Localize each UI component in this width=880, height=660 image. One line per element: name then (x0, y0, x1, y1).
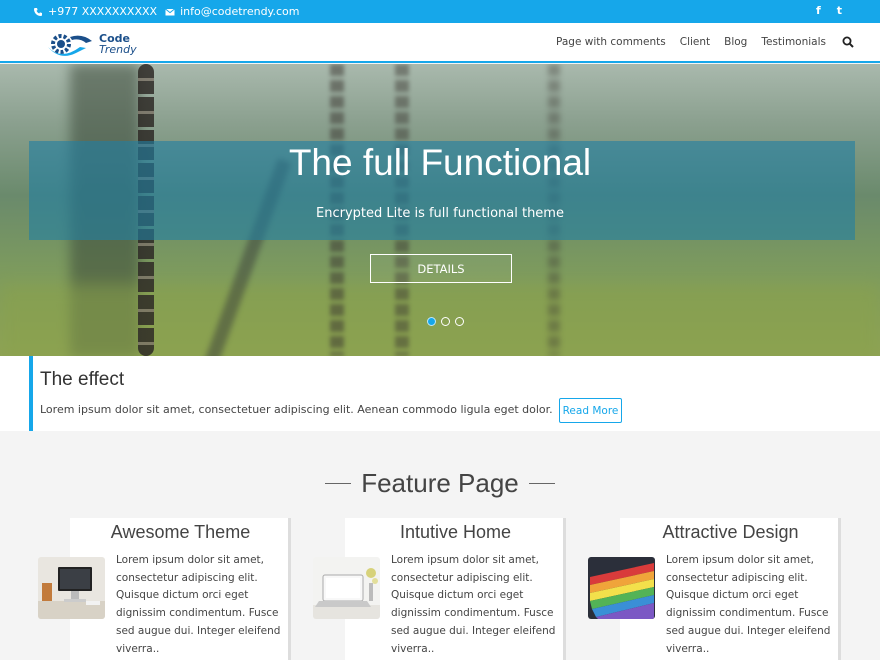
feature-card-text: Lorem ipsum dolor sit amet, consectetur … (391, 554, 556, 655)
hero-title: The full Functional (288, 142, 592, 183)
effect-accent-bar (29, 356, 33, 431)
effect-section: The effect Lorem ipsum dolor sit amet, c… (0, 356, 880, 431)
feature-thumbnail[interactable] (38, 557, 105, 619)
site-header: Code Trendy Page with comments Client Bl… (0, 23, 880, 63)
facebook-icon[interactable]: f (816, 5, 821, 17)
envelope-icon (165, 8, 175, 15)
slider-dots (427, 317, 464, 326)
slider-dot-3[interactable] (455, 317, 464, 326)
phone-icon (34, 7, 42, 16)
feature-card-title[interactable]: Awesome Theme (70, 522, 291, 543)
feature-card-attractive-design: Attractive Design Lorem ipsum dolor sit … (588, 518, 841, 660)
email-contact[interactable]: info@codetrendy.com (165, 5, 299, 18)
details-button[interactable]: DETAILS (370, 254, 512, 283)
hero-subtitle: Encrypted Lite is full functional theme (316, 206, 564, 221)
hero-slider: The full Functional Encrypted Lite is fu… (0, 64, 880, 356)
slider-dot-2[interactable] (441, 317, 450, 326)
gear-logo-icon (48, 34, 92, 56)
heading-rule-right (528, 483, 555, 484)
heading-rule-left (325, 483, 352, 484)
top-bar: +977 XXXXXXXXXX info@codetrendy.com f t (0, 0, 880, 23)
nav-item-page-with-comments[interactable]: Page with comments (556, 36, 666, 48)
feature-card-awesome-theme: Awesome Theme Lorem ipsum dolor sit amet… (38, 518, 291, 660)
twitter-icon[interactable]: t (837, 5, 842, 17)
feature-title: Feature Page (361, 468, 519, 498)
feature-card-title[interactable]: Attractive Design (620, 522, 841, 543)
phone-number: +977 XXXXXXXXXX (48, 5, 158, 18)
email-address: info@codetrendy.com (180, 5, 300, 18)
feature-card-intutive-home: Intutive Home Lorem ipsum dolor sit amet… (313, 518, 566, 660)
search-icon[interactable] (842, 36, 854, 48)
feature-thumbnail[interactable] (588, 557, 655, 619)
feature-heading: Feature Page (0, 468, 880, 499)
nav-item-blog[interactable]: Blog (724, 36, 747, 48)
feature-card-title[interactable]: Intutive Home (345, 522, 566, 543)
site-logo[interactable]: Code Trendy (46, 31, 137, 57)
effect-text: Lorem ipsum dolor sit amet, consectetuer… (40, 403, 553, 416)
contact-info: +977 XXXXXXXXXX info@codetrendy.com (33, 5, 299, 18)
logo-line2: Trendy (99, 43, 137, 56)
feature-card-text: Lorem ipsum dolor sit amet, consectetur … (666, 554, 831, 655)
nav-item-client[interactable]: Client (680, 36, 710, 48)
effect-title: The effect (40, 369, 125, 390)
social-links: f t (816, 5, 842, 17)
phone-contact[interactable]: +977 XXXXXXXXXX (33, 5, 157, 18)
feature-thumbnail[interactable] (313, 557, 380, 619)
nav-item-testimonials[interactable]: Testimonials (761, 36, 826, 48)
main-nav: Page with comments Client Blog Testimoni… (542, 36, 854, 48)
read-more-button[interactable]: Read More (559, 398, 622, 423)
slider-dot-1[interactable] (427, 317, 436, 326)
feature-card-text: Lorem ipsum dolor sit amet, consectetur … (116, 554, 281, 655)
